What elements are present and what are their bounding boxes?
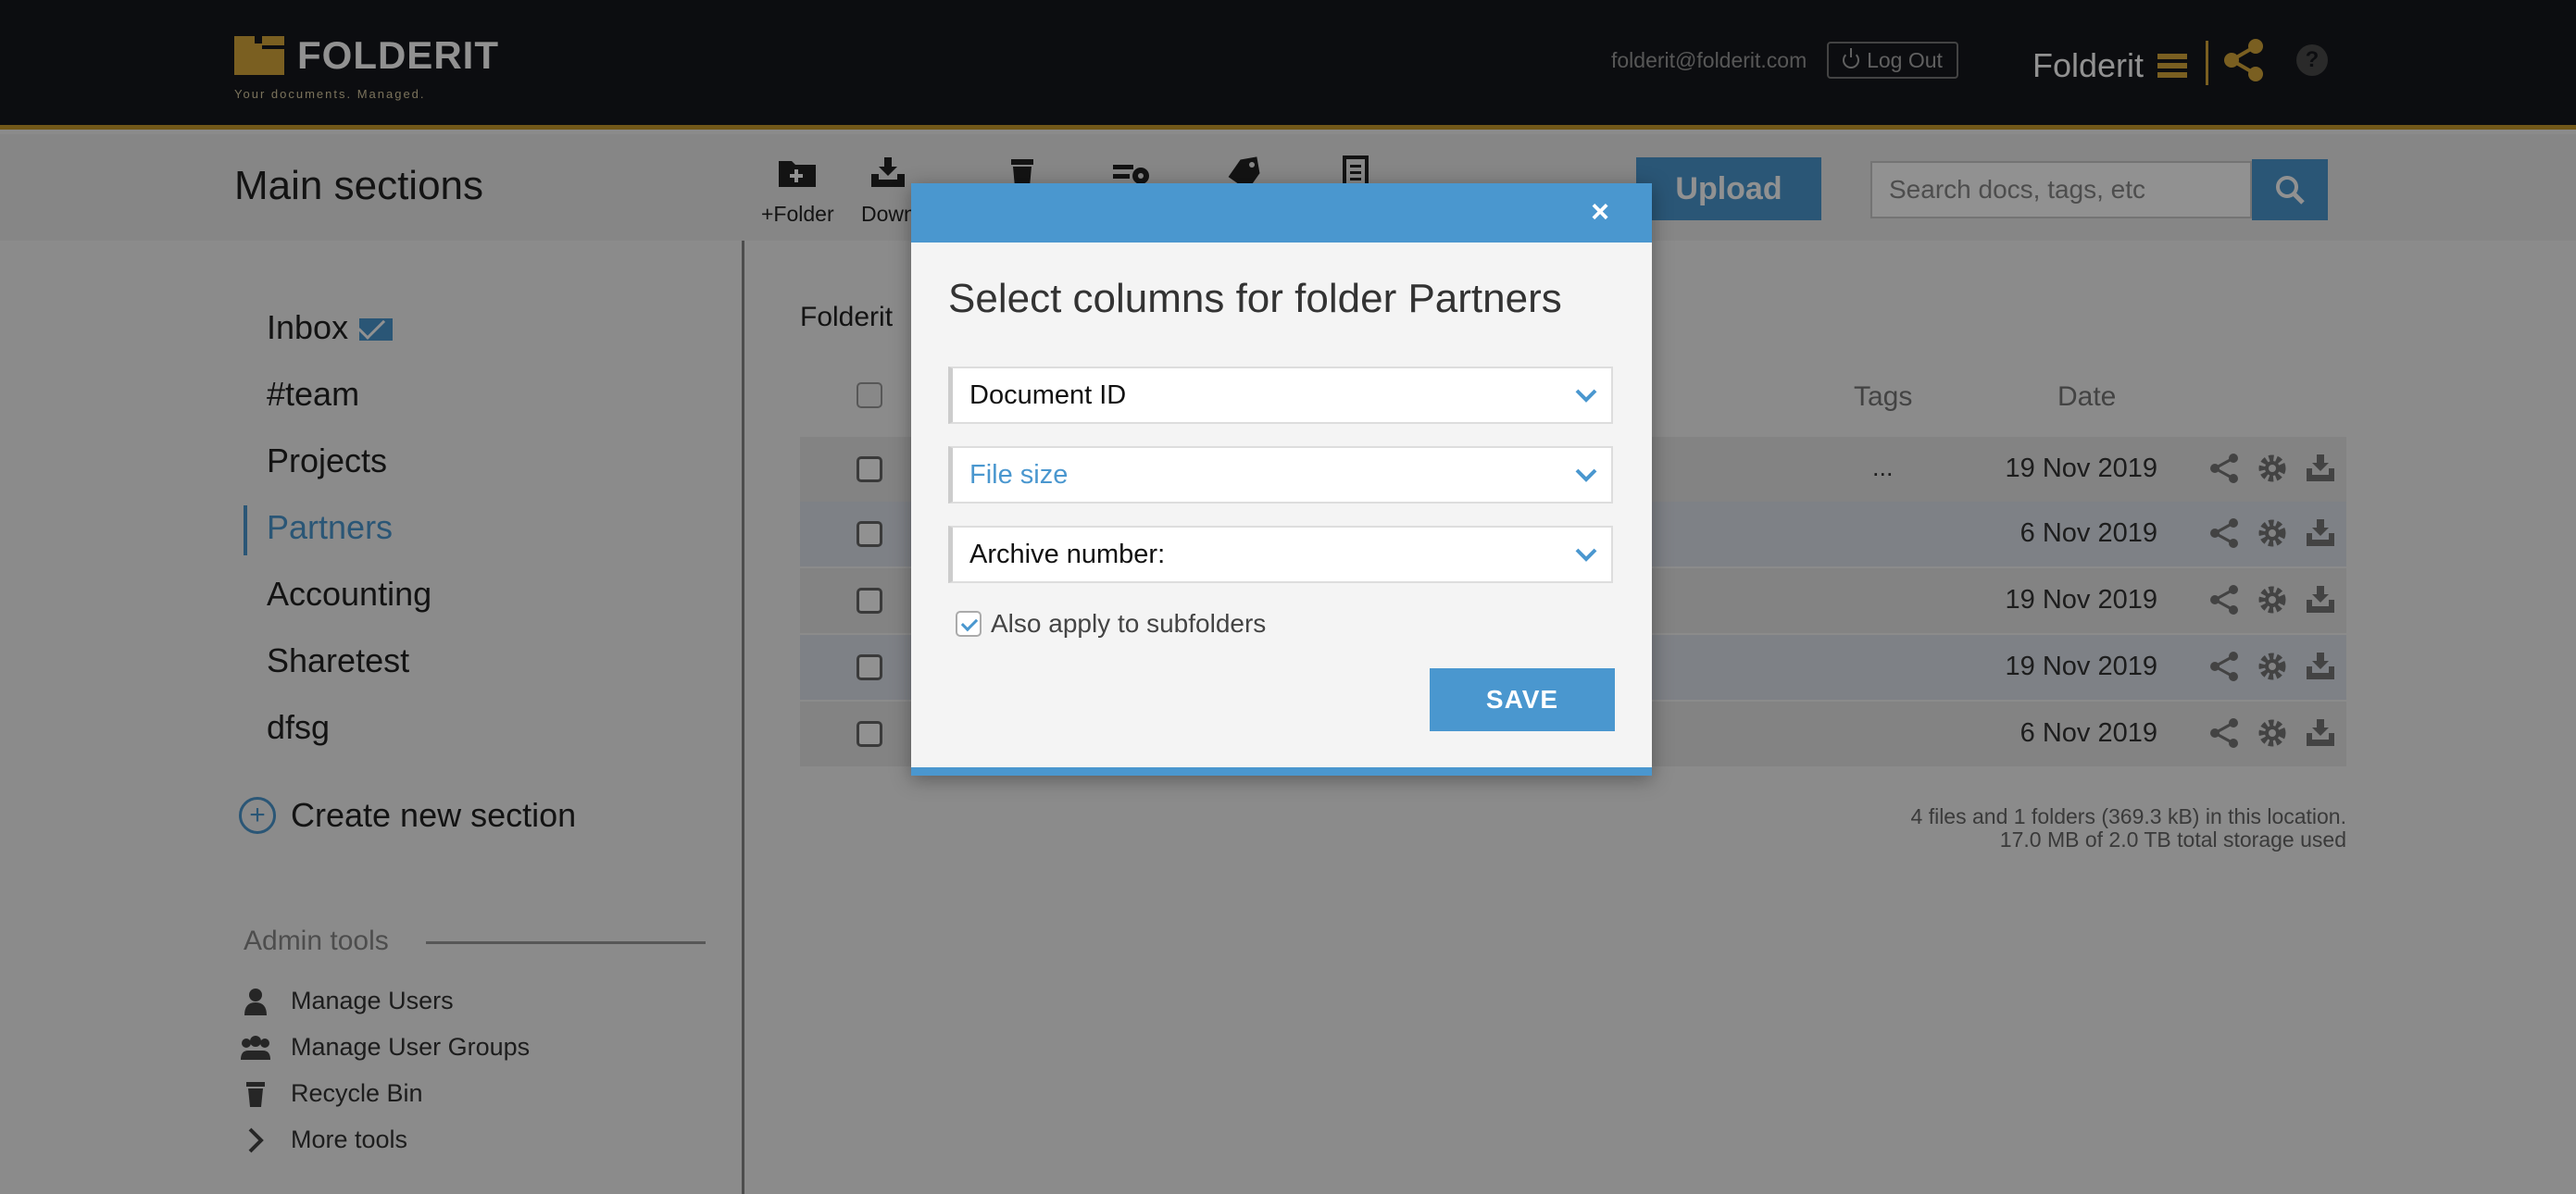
select-value: Archive number: <box>969 539 1166 569</box>
column-select-3[interactable]: Archive number: <box>948 526 1613 583</box>
select-value: File size <box>969 459 1069 490</box>
column-select-2[interactable]: File size <box>948 446 1613 504</box>
chevron-down-icon <box>1575 548 1597 562</box>
close-icon[interactable]: × <box>1591 196 1609 228</box>
apply-subfolders-checkbox[interactable] <box>956 611 982 637</box>
modal-title: Select columns for folder Partners <box>948 276 1562 321</box>
apply-subfolders-label: Also apply to subfolders <box>991 609 1267 638</box>
select-value: Document ID <box>969 379 1127 410</box>
select-columns-dialog: × Select columns for folder Partners Doc… <box>911 183 1652 776</box>
chevron-down-icon <box>1575 468 1597 482</box>
save-button[interactable]: SAVE <box>1430 668 1615 731</box>
modal-header: × <box>911 183 1652 243</box>
chevron-down-icon <box>1575 389 1597 403</box>
apply-subfolders-option[interactable]: Also apply to subfolders <box>956 609 1266 639</box>
column-select-1[interactable]: Document ID <box>948 367 1613 424</box>
